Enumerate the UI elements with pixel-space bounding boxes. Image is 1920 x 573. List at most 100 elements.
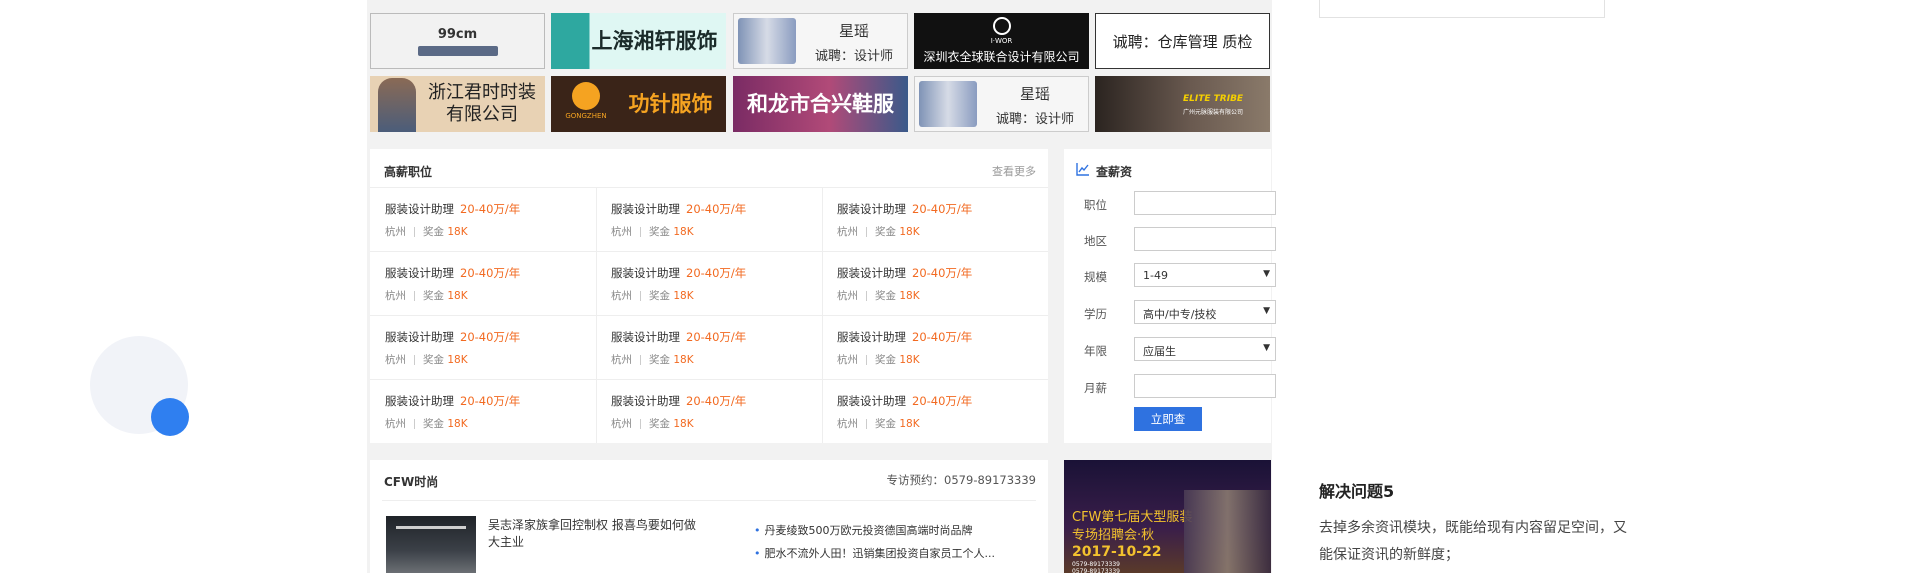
job-card[interactable]: 服装设计助理 20-40万/年 杭州 奖金 18K <box>822 379 1048 443</box>
ad-brand-text: 99cm <box>437 26 478 42</box>
job-card[interactable]: 服装设计助理 20-40万/年 杭州 奖金 18K <box>596 315 822 379</box>
view-more-link[interactable]: 查看更多 <box>992 163 1036 179</box>
ad-banner-helong[interactable]: 和龙市合兴鞋服 <box>733 76 908 132</box>
ad-title: 诚聘：仓库管理 质检 <box>1112 32 1253 51</box>
select-value: 高中/中专/技校 <box>1143 308 1217 321</box>
caret-down-icon: ▼ <box>1263 343 1270 353</box>
job-city: 杭州 <box>837 418 858 430</box>
job-card[interactable]: 服装设计助理 20-40万/年 杭州 奖金 18K <box>370 251 596 315</box>
job-title: 服装设计助理 <box>611 202 680 216</box>
ad-subtitle: 诚聘：设计师 <box>995 112 1074 127</box>
ad-banner-99cm[interactable]: 99cm <box>370 13 545 69</box>
job-bonus: 18K <box>899 418 920 430</box>
job-salary: 20-40万/年 <box>686 266 747 280</box>
ad-logo-stripe <box>417 45 498 56</box>
job-city: 杭州 <box>611 418 632 430</box>
field-label-monthly-salary: 月薪 <box>1084 381 1107 395</box>
job-city: 杭州 <box>385 418 406 430</box>
ad-banner-junshi[interactable]: 浙江君时时装 有限公司 <box>370 76 545 132</box>
job-city: 杭州 <box>611 290 632 302</box>
bonus-label: 奖金 <box>649 418 670 430</box>
bullet-icon: • <box>754 524 761 537</box>
job-card[interactable]: 服装设计助理 20-40万/年 杭州 奖金 18K <box>596 379 822 443</box>
hotline-text: 专访预约：0579-89173339 <box>886 473 1036 487</box>
experience-select[interactable]: 应届生 ▼ <box>1134 337 1276 361</box>
field-label-experience: 年限 <box>1084 344 1107 358</box>
job-salary: 20-40万/年 <box>460 330 521 344</box>
job-card[interactable]: 服装设计助理 20-40万/年 杭州 奖金 18K <box>596 187 822 251</box>
search-salary-button[interactable]: 立即查 <box>1134 407 1202 431</box>
position-input[interactable] <box>1134 191 1276 215</box>
ad-banner-warehouse[interactable]: 诚聘：仓库管理 质检 <box>1095 13 1270 69</box>
field-label-position: 职位 <box>1084 198 1107 212</box>
job-city: 杭州 <box>385 226 406 238</box>
job-city: 杭州 <box>837 290 858 302</box>
job-title: 服装设计助理 <box>611 394 680 408</box>
job-salary: 20-40万/年 <box>460 394 521 408</box>
job-salary: 20-40万/年 <box>912 394 973 408</box>
bonus-label: 奖金 <box>649 354 670 366</box>
brand-logo-icon <box>992 17 1011 35</box>
ad-title: 和龙市合兴鞋服 <box>747 92 894 116</box>
ad-brand: I·WOR <box>990 37 1013 45</box>
note-heading: 解决问题5 <box>1319 482 1395 501</box>
job-fair-poster[interactable]: CFW第七届大型服装 专场招聘会·秋 2017-10-22 0579-89173… <box>1064 460 1271 573</box>
ad-subtitle: 广州元脉服装有限公司 <box>1183 109 1244 116</box>
ad-model-image <box>378 78 416 132</box>
job-salary: 20-40万/年 <box>912 202 973 216</box>
ad-banner-xingyao[interactable]: 星瑶 诚聘：设计师 <box>733 13 908 69</box>
news-item[interactable]: • 肥水不流外人田！迅销集团投资自家员工个人... <box>754 545 995 561</box>
region-input[interactable] <box>1134 227 1276 251</box>
job-card[interactable]: 服装设计助理 20-40万/年 杭州 奖金 18K <box>822 187 1048 251</box>
bonus-label: 奖金 <box>423 226 444 238</box>
job-title: 服装设计助理 <box>385 202 454 216</box>
ad-title: 深圳衣全球联合设计有限公司 <box>923 50 1080 64</box>
field-label-size: 规模 <box>1084 270 1107 284</box>
job-bonus: 18K <box>673 290 694 302</box>
ad-banner-xingyao-2[interactable]: 星瑶 诚聘：设计师 <box>914 76 1089 132</box>
panel-title: 查薪资 <box>1096 165 1133 179</box>
chart-line-icon <box>1076 161 1090 176</box>
ad-title: 星瑶 <box>1019 85 1050 103</box>
job-salary: 20-40万/年 <box>460 266 521 280</box>
job-card[interactable]: 服装设计助理 20-40万/年 杭州 奖金 18K <box>822 315 1048 379</box>
divider <box>382 500 1036 501</box>
job-card[interactable]: 服装设计助理 20-40万/年 杭州 奖金 18K <box>370 315 596 379</box>
bonus-label: 奖金 <box>649 290 670 302</box>
job-card[interactable]: 服装设计助理 20-40万/年 杭州 奖金 18K <box>370 379 596 443</box>
education-select[interactable]: 高中/中专/技校 ▼ <box>1134 300 1276 324</box>
ad-subtitle: 有限公司 <box>446 104 518 125</box>
caret-down-icon: ▼ <box>1263 269 1270 279</box>
job-city: 杭州 <box>611 354 632 366</box>
ad-banner-elite-tribe[interactable]: ELITE TRIBE 广州元脉服装有限公司 <box>1095 76 1270 132</box>
job-card[interactable]: 服装设计助理 20-40万/年 杭州 奖金 18K <box>370 187 596 251</box>
poster-line2: 专场招聘会·秋 <box>1072 528 1155 543</box>
select-value: 应届生 <box>1143 345 1176 358</box>
ad-title: 上海湘轩服饰 <box>591 29 718 53</box>
bonus-label: 奖金 <box>875 354 896 366</box>
job-bonus: 18K <box>447 354 468 366</box>
job-city: 杭州 <box>385 354 406 366</box>
job-bonus: 18K <box>899 226 920 238</box>
job-title: 服装设计助理 <box>837 394 906 408</box>
bonus-label: 奖金 <box>423 418 444 430</box>
news-item[interactable]: • 丹麦绫致500万欧元投资德国高端时尚品牌 <box>754 522 973 538</box>
job-card[interactable]: 服装设计助理 20-40万/年 杭州 奖金 18K <box>596 251 822 315</box>
ad-banner-gongzhen[interactable]: GONGZHEN 功针服饰 <box>551 76 726 132</box>
poster-phone-1: 0579-89173339 <box>1072 561 1120 568</box>
news-thumbnail[interactable] <box>386 516 476 573</box>
ad-banner-xiangxuan[interactable]: 上海湘轩服饰 <box>551 13 726 69</box>
job-card[interactable]: 服装设计助理 20-40万/年 杭州 奖金 18K <box>822 251 1048 315</box>
monthly-salary-input[interactable] <box>1134 374 1276 398</box>
poster-phone-2: 0579-89173339 <box>1072 568 1120 573</box>
job-title: 服装设计助理 <box>385 266 454 280</box>
ad-banner-iwor[interactable]: I·WOR 深圳衣全球联合设计有限公司 <box>914 13 1089 69</box>
size-select[interactable]: 1-49 ▼ <box>1134 263 1276 287</box>
panel-title: CFW时尚 <box>384 475 439 489</box>
job-salary: 20-40万/年 <box>912 330 973 344</box>
ad-brand: GONGZHEN <box>565 112 607 120</box>
job-bonus: 18K <box>673 354 694 366</box>
feature-headline[interactable]: 吴志泽家族拿回控制权 报喜鸟要如何做大主业 <box>488 517 698 551</box>
brand-logo-icon <box>572 82 600 110</box>
job-title: 服装设计助理 <box>385 394 454 408</box>
